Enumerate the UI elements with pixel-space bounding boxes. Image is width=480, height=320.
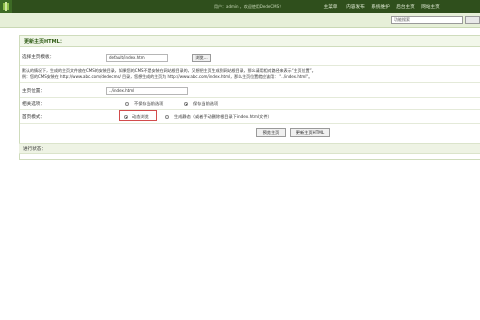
update-home-panel: 更新主页HTML： 选择主页模板： default/index.htm 浏览..… <box>19 35 480 160</box>
static-mode-label: 生成静态（或者手动删除根目录下index.html文件） <box>174 114 272 119</box>
browse-button[interactable]: 浏览... <box>192 54 211 62</box>
dynamic-mode-label: 动态浏览 <box>132 114 149 119</box>
top-bar: 用户：admin ，欢迎使用DedeCMS！ 主菜单 内容发布 系统维护 后台主… <box>0 0 480 13</box>
divider <box>20 109 480 110</box>
panel-title: 更新主页HTML： <box>24 39 65 45</box>
nav-maintenance[interactable]: 系统维护 <box>368 4 393 10</box>
panel-title-bar: 更新主页HTML： <box>20 36 480 47</box>
nav-main-menu[interactable]: 主菜单 <box>318 4 343 10</box>
search-input[interactable]: 功能搜索 <box>391 16 463 24</box>
user-info: 用户：admin ，欢迎使用DedeCMS！ <box>214 4 284 9</box>
nav-site-home[interactable]: 网站主页 <box>418 4 443 10</box>
progress-label: 进行状态： <box>23 147 46 152</box>
options-label: 相关选项： <box>22 102 45 107</box>
divider <box>20 97 480 98</box>
dynamic-mode-radio[interactable] <box>124 115 128 119</box>
template-label: 选择主页模板： <box>22 55 55 60</box>
update-home-button[interactable]: 更新主页HTML <box>290 128 330 137</box>
no-save-radio[interactable] <box>125 102 129 106</box>
static-mode-radio[interactable] <box>165 115 169 119</box>
divider <box>20 65 480 66</box>
page-location-label: 主页位置： <box>22 89 45 94</box>
home-mode-label: 首页模式： <box>22 115 45 120</box>
divider <box>20 123 480 124</box>
template-input[interactable]: default/index.htm <box>106 54 168 62</box>
save-label: 保存当前选项 <box>193 101 219 106</box>
save-radio[interactable] <box>184 102 188 106</box>
top-nav: 主菜单 内容发布 系统维护 后台主页 网站主页 <box>318 4 443 10</box>
progress-bar: 进行状态： <box>19 143 480 154</box>
preview-home-button[interactable]: 预览主页 <box>256 128 286 137</box>
no-save-label: 不保存当前选项 <box>134 101 164 106</box>
nav-admin-home[interactable]: 后台主页 <box>393 4 418 10</box>
logo-icon <box>0 0 12 13</box>
search-button[interactable] <box>465 16 480 24</box>
nav-publish[interactable]: 内容发布 <box>343 4 368 10</box>
note-line-2: 例：您的CMS安装在 http://www.abc.com/dedecms/ 目… <box>22 74 313 79</box>
page-location-input[interactable]: ../index.html <box>106 87 188 95</box>
divider <box>20 82 480 83</box>
